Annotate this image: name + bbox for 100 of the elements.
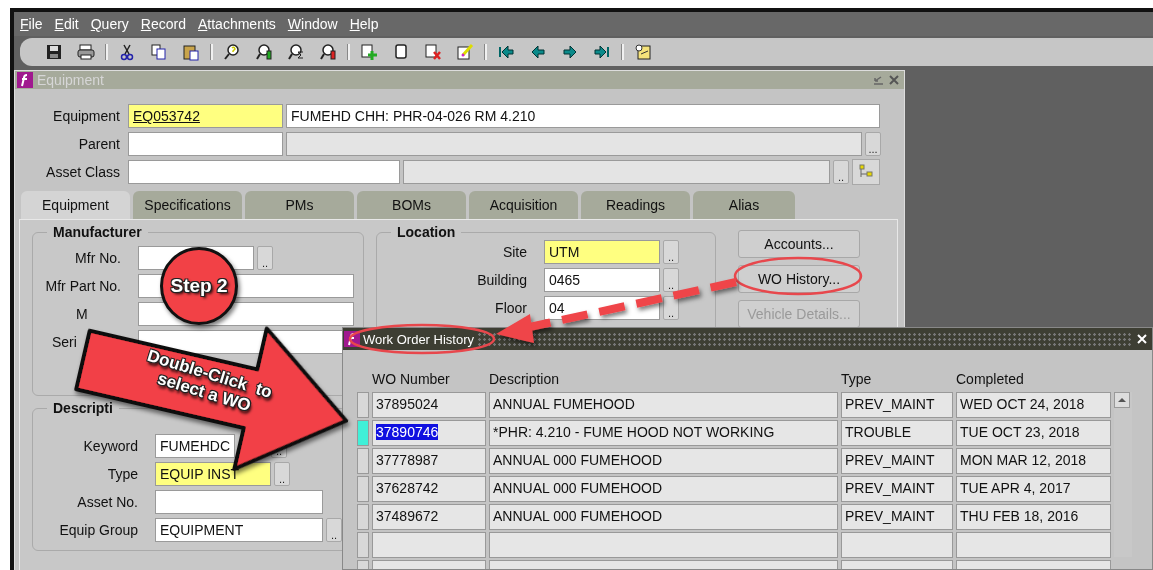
next-record-icon[interactable]	[561, 43, 579, 61]
tab[interactable]: Specifications	[133, 191, 242, 219]
group-title: Manufacturer	[52, 224, 143, 240]
list-button[interactable]: ..	[663, 240, 679, 264]
window-title: Work Order History	[363, 331, 474, 347]
input-field[interactable]: UTM	[544, 240, 660, 264]
table-cell[interactable]: 37628742	[372, 476, 486, 502]
save-icon[interactable]	[45, 43, 63, 61]
list-button[interactable]: ..	[326, 518, 342, 542]
input-field[interactable]: 0465	[544, 268, 660, 292]
field-label: Seri	[52, 334, 77, 350]
input-field[interactable]	[128, 132, 283, 156]
table-cell[interactable]: THU FEB 18, 2016	[956, 504, 1111, 530]
list-button[interactable]: ..	[833, 160, 849, 184]
list-button[interactable]: ..	[274, 462, 290, 486]
input-field[interactable]	[155, 490, 323, 514]
table-cell[interactable]: PREV_MAINT	[841, 392, 953, 418]
table-cell[interactable]: PREV_MAINT	[841, 448, 953, 474]
table-cell[interactable]	[841, 532, 953, 558]
help-icon[interactable]	[634, 43, 652, 61]
table-cell[interactable]: ANNUAL 000 FUMEHOOD	[489, 476, 838, 502]
table-cell[interactable]: 37489672	[372, 504, 486, 530]
document-icon[interactable]	[392, 43, 410, 61]
tab[interactable]: Equipment	[21, 191, 130, 219]
field-label: Floor	[495, 300, 527, 316]
forms-app-icon	[17, 72, 33, 88]
delete-record-icon[interactable]	[424, 43, 442, 61]
previous-record-icon[interactable]	[529, 43, 547, 61]
menu-item[interactable]: Help	[349, 16, 379, 32]
table-cell[interactable]: 37890746	[372, 420, 486, 446]
scissors-icon[interactable]	[118, 43, 136, 61]
table-cell[interactable]: *PHR: 4.210 - FUME HOOD NOT WORKING	[489, 420, 838, 446]
menu-item[interactable]: Window	[287, 16, 338, 32]
tab[interactable]: BOMs	[357, 191, 466, 219]
input-field[interactable]: EQUIP INST	[155, 462, 271, 486]
search-icon[interactable]	[223, 43, 241, 61]
list-button[interactable]: ..	[257, 246, 273, 270]
table-cell[interactable]: WED OCT 24, 2018	[956, 392, 1111, 418]
minimize-icon[interactable]	[872, 74, 884, 86]
field-label: Mfr Part No.	[45, 278, 121, 294]
menu-item[interactable]: Record	[140, 16, 186, 32]
field-label: Asset No.	[77, 494, 138, 510]
search-icon[interactable]	[319, 43, 337, 61]
table-cell[interactable]: TUE OCT 23, 2018	[956, 420, 1111, 446]
input-field[interactable]: EQ053742	[128, 104, 283, 128]
edit-record-icon[interactable]	[456, 43, 474, 61]
search-icon[interactable]	[255, 43, 273, 61]
table-cell[interactable]: TUE APR 4, 2017	[956, 476, 1111, 502]
column-header: WO Number	[372, 371, 451, 387]
list-button[interactable]: ..	[663, 296, 679, 320]
table-cell[interactable]: PREV_MAINT	[841, 476, 953, 502]
table-cell[interactable]	[489, 532, 838, 558]
tab[interactable]: PMs	[245, 191, 354, 219]
paste-icon[interactable]	[182, 43, 200, 61]
new-record-icon[interactable]	[360, 43, 378, 61]
input-field[interactable]: EQUIPMENT	[155, 518, 323, 542]
input-field[interactable]: FUMEHDC	[155, 434, 235, 458]
list-button[interactable]: ..	[663, 268, 679, 292]
table-cell[interactable]: ANNUAL FUMEHOOD	[489, 392, 838, 418]
tab[interactable]: Acquisition	[469, 191, 578, 219]
scroll-up-button[interactable]	[1114, 392, 1130, 408]
form-button[interactable]: Accounts...	[738, 230, 860, 258]
column-header: Type	[841, 371, 873, 387]
field-label: Type	[107, 466, 138, 482]
table-cell[interactable]	[956, 532, 1111, 558]
search-icon[interactable]	[287, 43, 305, 61]
input-field[interactable]: FUMEHD CHH: PHR-04-026 RM 4.210	[286, 104, 880, 128]
field-label: M	[76, 306, 88, 322]
field-label: Asset Class	[45, 164, 121, 180]
field-label: Site	[502, 244, 527, 260]
table-cell[interactable]: PREV_MAINT	[841, 504, 953, 530]
table-cell[interactable]: MON MAR 12, 2018	[956, 448, 1111, 474]
form-button[interactable]: WO History...	[738, 265, 860, 293]
printer-icon[interactable]	[77, 43, 95, 61]
input-field[interactable]	[128, 160, 400, 184]
field-label: Building	[477, 272, 527, 288]
column-header: Completed	[956, 371, 1025, 387]
menu-item[interactable]: Attachments	[198, 16, 276, 32]
table-cell[interactable]: 37895024	[372, 392, 486, 418]
menu-item[interactable]: Query	[90, 16, 129, 32]
field-label: Parent	[77, 136, 121, 152]
table-cell[interactable]: TROUBLE	[841, 420, 953, 446]
field-label: Equip Group	[59, 522, 138, 538]
last-record-icon[interactable]	[593, 43, 611, 61]
table-cell[interactable]: ANNUAL 000 FUMEHOOD	[489, 504, 838, 530]
menu-item[interactable]: Edit	[54, 16, 79, 32]
window-title: Equipment	[37, 72, 104, 88]
list-button[interactable]: ...	[865, 132, 881, 156]
menu-item[interactable]: File	[20, 16, 43, 32]
column-header: Description	[489, 371, 561, 387]
tab[interactable]: Readings	[581, 191, 690, 219]
table-cell[interactable]: ANNUAL 000 FUMEHOOD	[489, 448, 838, 474]
copy-icon[interactable]	[150, 43, 168, 61]
first-record-icon[interactable]	[497, 43, 515, 61]
up-arrow-icon	[1117, 397, 1127, 403]
scrollbar[interactable]	[1114, 392, 1132, 557]
table-cell[interactable]	[372, 532, 486, 558]
tab[interactable]: Alias	[693, 191, 795, 219]
table-cell[interactable]: 37778987	[372, 448, 486, 474]
group-title: Descripti	[52, 400, 114, 416]
